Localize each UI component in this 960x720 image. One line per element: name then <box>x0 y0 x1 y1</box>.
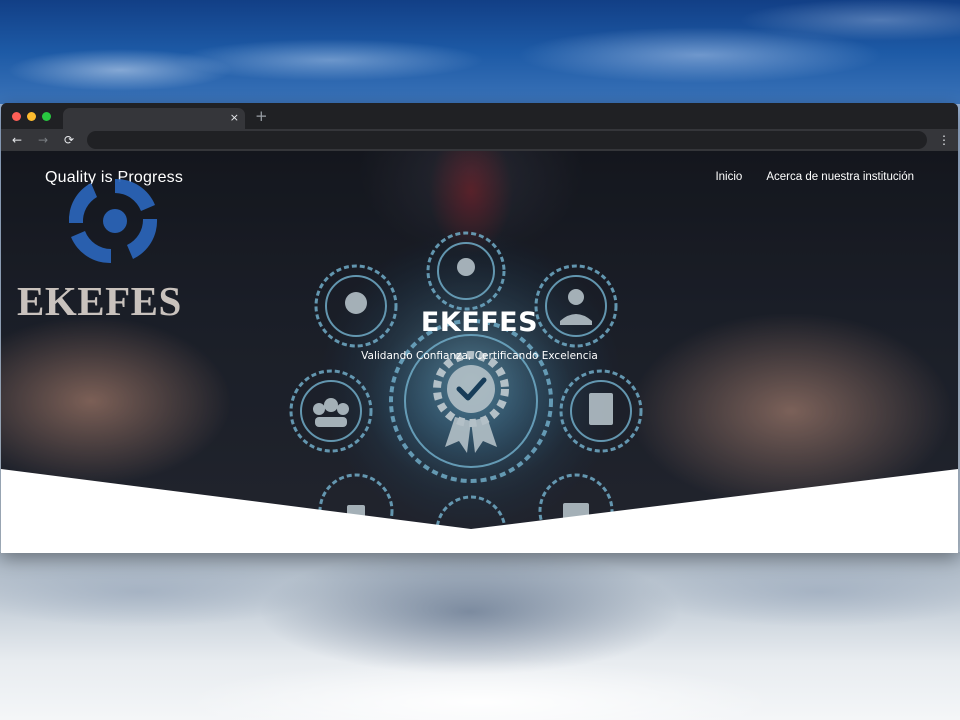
tab-strip: × + <box>1 103 958 129</box>
new-tab-icon[interactable]: + <box>255 108 268 124</box>
background-snow-landscape <box>0 552 960 720</box>
browser-tab[interactable]: × <box>63 108 245 129</box>
browser-window: × + ← → ⟳ ⋮ Quality is Progress EKEFES I… <box>1 103 958 553</box>
hero-chevron-divider <box>1 469 958 553</box>
minimize-window-button[interactable] <box>27 112 36 121</box>
browser-menu-icon[interactable]: ⋮ <box>938 132 950 148</box>
hero-subtitle: Validando Confianza, Certificando Excele… <box>361 350 598 362</box>
reload-icon[interactable]: ⟳ <box>61 132 77 148</box>
address-bar[interactable] <box>87 131 927 149</box>
logo-emblem-icon[interactable] <box>59 175 171 267</box>
maximize-window-button[interactable] <box>42 112 51 121</box>
hero-title: EKEFES <box>420 307 539 338</box>
close-tab-icon[interactable]: × <box>230 111 239 125</box>
nav-link-inicio[interactable]: Inicio <box>715 171 742 183</box>
browser-toolbar: ← → ⟳ ⋮ <box>1 129 958 151</box>
page-viewport: Quality is Progress EKEFES Inicio Acerca… <box>1 151 958 553</box>
forward-arrow-icon[interactable]: → <box>35 132 51 148</box>
close-window-button[interactable] <box>12 112 21 121</box>
window-controls <box>12 112 51 121</box>
site-nav: Inicio Acerca de nuestra institución <box>715 171 914 183</box>
nav-link-acerca[interactable]: Acerca de nuestra institución <box>766 171 914 183</box>
back-arrow-icon[interactable]: ← <box>9 132 25 148</box>
background-sky <box>0 0 960 104</box>
